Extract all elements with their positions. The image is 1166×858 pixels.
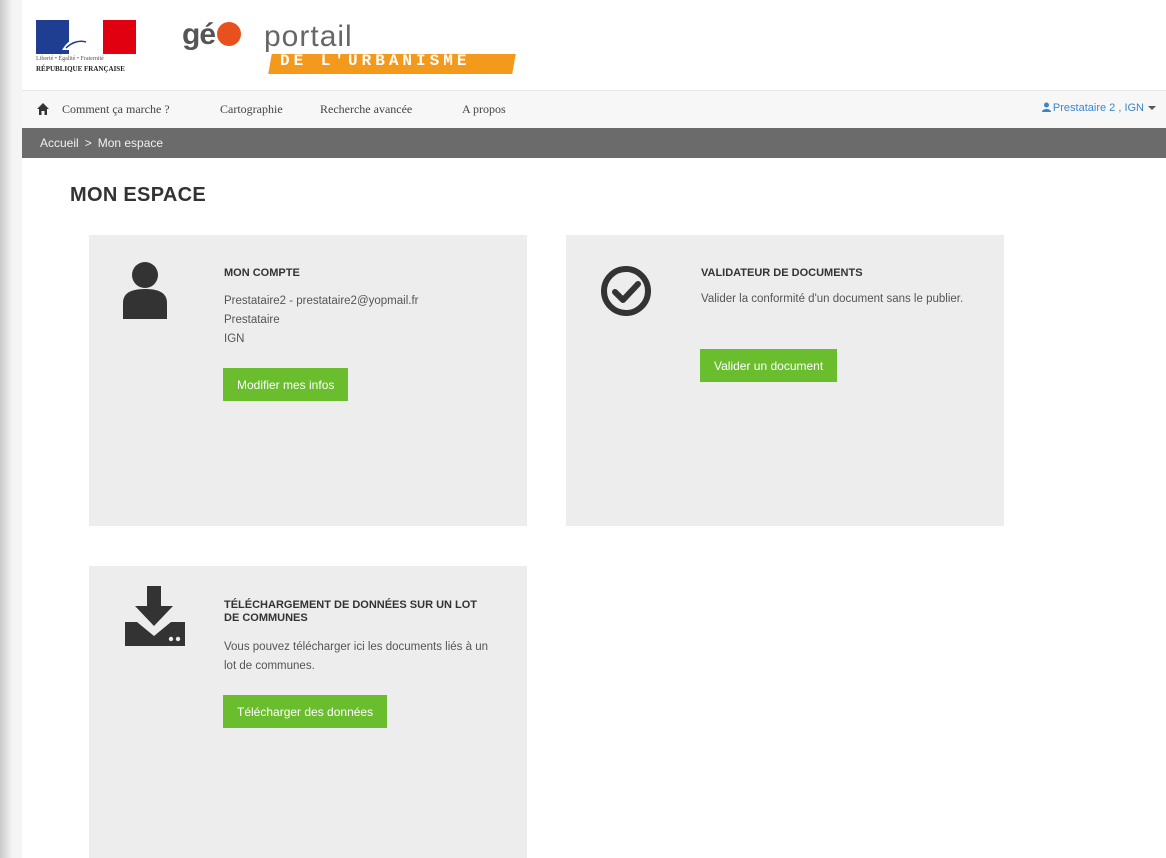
logo-portail-text: portail <box>264 20 353 53</box>
nav-item-comment-ca-marche[interactable]: Comment ça marche ? <box>62 102 170 117</box>
site-header: Liberté • Égalité • Fraternité RÉPUBLIQU… <box>22 0 1166 90</box>
valider-document-button[interactable]: Valider un document <box>700 349 838 382</box>
page-title: MON ESPACE <box>70 184 206 206</box>
modifier-infos-button[interactable]: Modifier mes infos <box>223 368 349 401</box>
french-flag <box>36 20 136 54</box>
card-telechargement: TÉLÉCHARGEMENT DE DONNÉES SUR UN LOT DE … <box>89 566 527 858</box>
logo-o-icon <box>217 22 242 47</box>
rf-motto: Liberté • Égalité • Fraternité <box>36 56 104 62</box>
card-description: Valider la conformité d'un document sans… <box>701 293 964 305</box>
card-description: Vous pouvez télécharger ici les document… <box>224 641 489 672</box>
main-navigation: Comment ça marche ? Cartographie Recherc… <box>22 90 1166 130</box>
window-edge-inner <box>12 0 22 858</box>
nav-item-recherche-avancee[interactable]: Recherche avancée <box>320 102 412 117</box>
card-title: TÉLÉCHARGEMENT DE DONNÉES SUR UN LOT DE … <box>224 599 478 624</box>
breadcrumb-current: Mon espace <box>97 136 164 150</box>
geoportail-urbanisme-logo[interactable]: gé portail DE L'URBANISME <box>182 18 522 78</box>
user-menu[interactable]: Prestataire 2 , IGN <box>1041 102 1156 114</box>
rf-name: RÉPUBLIQUE FRANÇAISE <box>36 65 125 73</box>
breadcrumb-separator: > <box>84 136 92 150</box>
card-title: VALIDATEUR DE DOCUMENTS <box>701 267 863 279</box>
account-role: Prestataire <box>224 314 280 326</box>
window-edge <box>0 0 12 858</box>
user-menu-label: Prestataire 2 , IGN <box>1052 102 1144 114</box>
card-mon-compte: MON COMPTE Prestataire2 - prestataire2@y… <box>89 235 527 526</box>
nav-item-cartographie[interactable]: Cartographie <box>220 102 283 117</box>
download-icon <box>125 586 185 646</box>
account-organization: IGN <box>224 333 245 345</box>
breadcrumb: Accueil > Mon espace <box>22 128 1166 158</box>
card-title: MON COMPTE <box>224 267 300 279</box>
user-icon <box>1041 102 1051 112</box>
chevron-down-icon <box>1148 106 1156 111</box>
card-validateur-documents: VALIDATEUR DE DOCUMENTS Valider la confo… <box>566 235 1004 526</box>
user-icon <box>123 262 167 319</box>
telecharger-donnees-button[interactable]: Télécharger des données <box>223 695 388 728</box>
republique-francaise-logo[interactable]: Liberté • Égalité • Fraternité RÉPUBLIQU… <box>36 20 140 80</box>
check-circle-icon <box>601 266 651 316</box>
logo-geo-text: gé <box>182 18 242 52</box>
breadcrumb-home[interactable]: Accueil <box>40 136 79 150</box>
marianne-icon <box>62 32 94 50</box>
account-email: Prestataire2 - prestataire2@yopmail.fr <box>224 295 419 307</box>
home-icon[interactable] <box>36 102 50 116</box>
logo-urbanisme-text: DE L'URBANISME <box>280 52 471 70</box>
nav-item-a-propos[interactable]: A propos <box>462 102 506 117</box>
